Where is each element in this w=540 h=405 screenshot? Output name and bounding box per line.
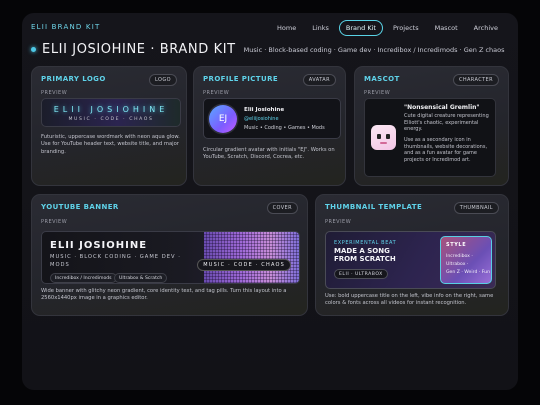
page-header: ELII JOSIOHINE · BRAND KIT Music · Block… — [31, 42, 505, 57]
card-title: YOUTUBE BANNER — [41, 203, 119, 211]
card-tag: LOGO — [149, 74, 177, 86]
thumbnail-preview: EXPERIMENTAL BEAT MADE A SONG FROM SCRAT… — [325, 231, 496, 289]
card-tag: CHARACTER — [452, 74, 499, 86]
card-tag: COVER — [266, 202, 298, 214]
preview-label: PREVIEW — [203, 90, 230, 96]
page-subtitle: Music · Block-based coding · Game dev · … — [243, 45, 505, 54]
nav-brand-kit[interactable]: Brand Kit — [338, 20, 383, 36]
profile-tags: Music • Coding • Games • Mods — [244, 125, 325, 131]
tag-pill: Ultrabox & Scratch — [114, 273, 168, 283]
page-title: ELII JOSIOHINE · BRAND KIT — [42, 42, 236, 57]
card-title: MASCOT — [364, 75, 400, 83]
card-profile-picture: PROFILE PICTURE AVATAR PREVIEW EJ Elii J… — [193, 66, 346, 186]
thumbnail-pill: ELII · ULTRABOX — [334, 269, 388, 279]
logo-wordmark: ELII JOSIOHINE — [53, 105, 169, 114]
banner-line: MUSIC · BLOCK CODING · GAME DEV · — [50, 254, 181, 260]
logo-tagline: MUSIC · CODE · CHAOS — [68, 117, 154, 122]
thumbnail-headline: MADE A SONG FROM SCRATCH — [334, 247, 396, 264]
banner-name: ELII JOSIOHINE — [50, 240, 148, 251]
card-thumbnail-template: THUMBNAIL TEMPLATE THUMBNAIL PREVIEW EXP… — [315, 194, 509, 316]
tag-pill: Incredibox / Incredimods — [50, 273, 117, 283]
glitch-grid — [204, 232, 299, 283]
gremlin-mascot-icon — [371, 125, 396, 150]
nav-archive[interactable]: Archive — [468, 21, 504, 35]
style-line: Ultrabox · — [446, 262, 469, 267]
preview-label: PREVIEW — [364, 90, 391, 96]
nav-links[interactable]: Links — [306, 21, 335, 35]
thumbnail-description: Use: bold uppercase title on the left, v… — [325, 293, 494, 307]
top-nav: Home Links Brand Kit Projects Mascot Arc… — [271, 20, 504, 36]
banner-preview: ELII JOSIOHINE MUSIC · BLOCK CODING · GA… — [41, 231, 300, 284]
card-mascot: MASCOT CHARACTER PREVIEW "Nonsensical Gr… — [354, 66, 509, 186]
card-title: THUMBNAIL TEMPLATE — [325, 203, 423, 211]
mascot-preview: "Nonsensical Gremlin" Cute digital creat… — [364, 98, 496, 177]
card-youtube-banner: YOUTUBE BANNER COVER PREVIEW ELII JOSIOH… — [31, 194, 308, 316]
card-title: PROFILE PICTURE — [203, 75, 279, 83]
thumbnail-kicker: EXPERIMENTAL BEAT — [334, 240, 397, 246]
nav-home[interactable]: Home — [271, 21, 302, 35]
mascot-name: "Nonsensical Gremlin" — [404, 104, 480, 111]
style-heading: STYLE — [446, 242, 467, 248]
preview-label: PREVIEW — [41, 219, 68, 225]
site-brand[interactable]: ELII BRAND KIT — [31, 23, 100, 31]
card-tag: THUMBNAIL — [453, 202, 499, 214]
logo-description: Futuristic, uppercase wordmark with neon… — [41, 134, 180, 155]
mascot-usage: Use as a secondary icon in thumbnails, w… — [404, 137, 488, 163]
card-primary-logo: PRIMARY LOGO LOGO PREVIEW ELII JOSIOHINE… — [31, 66, 187, 186]
profile-name: Elii Josiohine — [244, 107, 285, 113]
profile-preview: EJ Elii Josiohine @eliijosiohine Music •… — [203, 98, 341, 139]
banner-line: MODS — [50, 262, 70, 268]
nav-mascot[interactable]: Mascot — [429, 21, 464, 35]
style-line: Incredibox · — [446, 254, 473, 259]
card-tag: AVATAR — [302, 74, 336, 86]
preview-label: PREVIEW — [325, 219, 352, 225]
preview-label: PREVIEW — [41, 90, 68, 96]
status-dot-icon — [31, 47, 36, 52]
style-line: Gen Z · Weird · Fun — [446, 270, 490, 275]
profile-description: Circular gradient avatar with initials "… — [203, 147, 335, 161]
profile-handle[interactable]: @eliijosiohine — [244, 116, 279, 122]
avatar: EJ — [209, 105, 237, 133]
banner-description: Wide banner with glitchy neon gradient, … — [41, 288, 287, 302]
mascot-summary: Cute digital creature representing Ellio… — [404, 113, 489, 133]
nav-projects[interactable]: Projects — [387, 21, 425, 35]
card-title: PRIMARY LOGO — [41, 75, 106, 83]
style-box: STYLE Incredibox · Ultrabox · Gen Z · We… — [440, 236, 492, 284]
logo-preview: ELII JOSIOHINE MUSIC · CODE · CHAOS — [41, 98, 181, 127]
banner-strip: MUSIC · CODE · CHAOS — [197, 259, 291, 271]
